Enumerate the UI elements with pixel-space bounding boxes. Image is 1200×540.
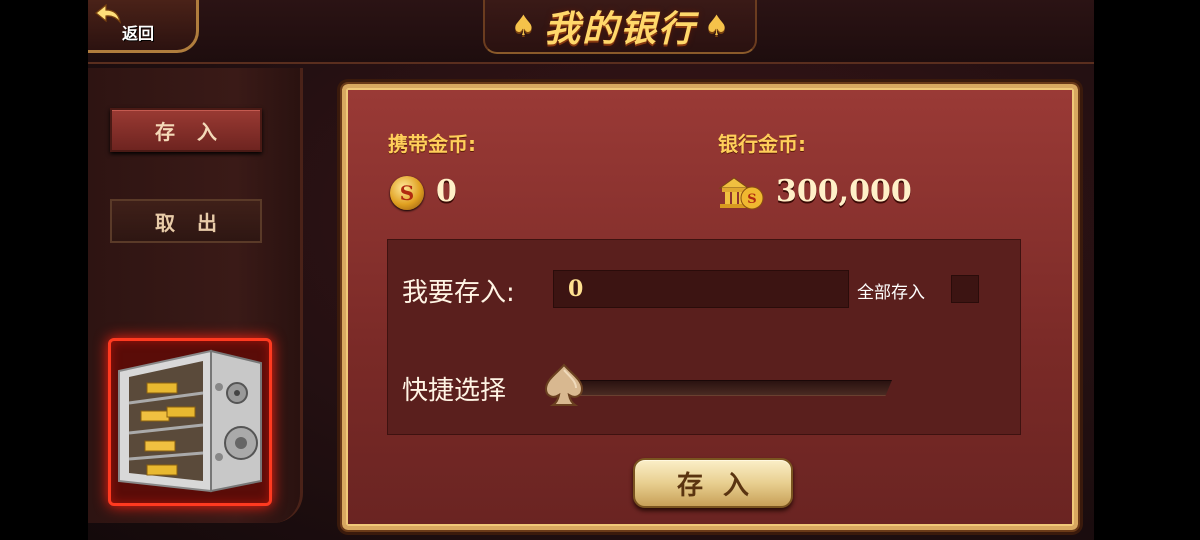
back-label: 返回 bbox=[122, 24, 155, 43]
carried-coins-value: 0 bbox=[436, 174, 457, 209]
sidebar: 存入 取出 bbox=[88, 68, 303, 523]
bank-screen: 返回 ♠ 我的银行 ♠ 存入 取出 携带金币: S 0 银行金币: S 300,… bbox=[88, 0, 1094, 540]
bank-coins-value: 300,000 bbox=[776, 174, 912, 209]
bank-coins-label: 银行金币: bbox=[718, 132, 806, 156]
bank-icon: S bbox=[718, 177, 764, 210]
coin-icon: S bbox=[390, 176, 424, 210]
tab-deposit[interactable]: 存入 bbox=[110, 108, 262, 152]
spade-left-icon: ♠ bbox=[510, 9, 536, 42]
tab-withdraw[interactable]: 取出 bbox=[110, 199, 262, 243]
top-bar: 返回 ♠ 我的银行 ♠ bbox=[88, 0, 1094, 64]
quick-select-slider[interactable] bbox=[564, 380, 892, 396]
deposit-submit-button[interactable]: 存入 bbox=[633, 458, 793, 508]
safe-illustration bbox=[108, 338, 272, 506]
carried-coins-label: 携带金币: bbox=[388, 132, 476, 156]
back-arrow-icon bbox=[95, 4, 121, 25]
page-title: 我的银行 bbox=[543, 9, 696, 50]
back-button[interactable]: 返回 bbox=[88, 0, 199, 53]
safe-icon bbox=[118, 349, 262, 493]
slider-spade-thumb-icon[interactable] bbox=[542, 362, 586, 408]
deposit-amount-input[interactable]: 0 bbox=[553, 270, 849, 308]
deposit-all-checkbox[interactable] bbox=[951, 275, 979, 303]
deposit-form: 我要存入: 0 全部存入 快捷选择 bbox=[387, 239, 1021, 435]
quick-select-label: 快捷选择 bbox=[402, 376, 507, 406]
spade-right-icon: ♠ bbox=[704, 9, 730, 42]
title-plate: ♠ 我的银行 ♠ bbox=[483, 0, 757, 54]
deposit-amount-label: 我要存入: bbox=[402, 278, 515, 308]
svg-text:S: S bbox=[747, 192, 756, 207]
bank-panel: 携带金币: S 0 银行金币: S 300,000 我要存入: 0 全部存入 快… bbox=[340, 82, 1080, 532]
deposit-all-label: 全部存入 bbox=[857, 283, 925, 303]
